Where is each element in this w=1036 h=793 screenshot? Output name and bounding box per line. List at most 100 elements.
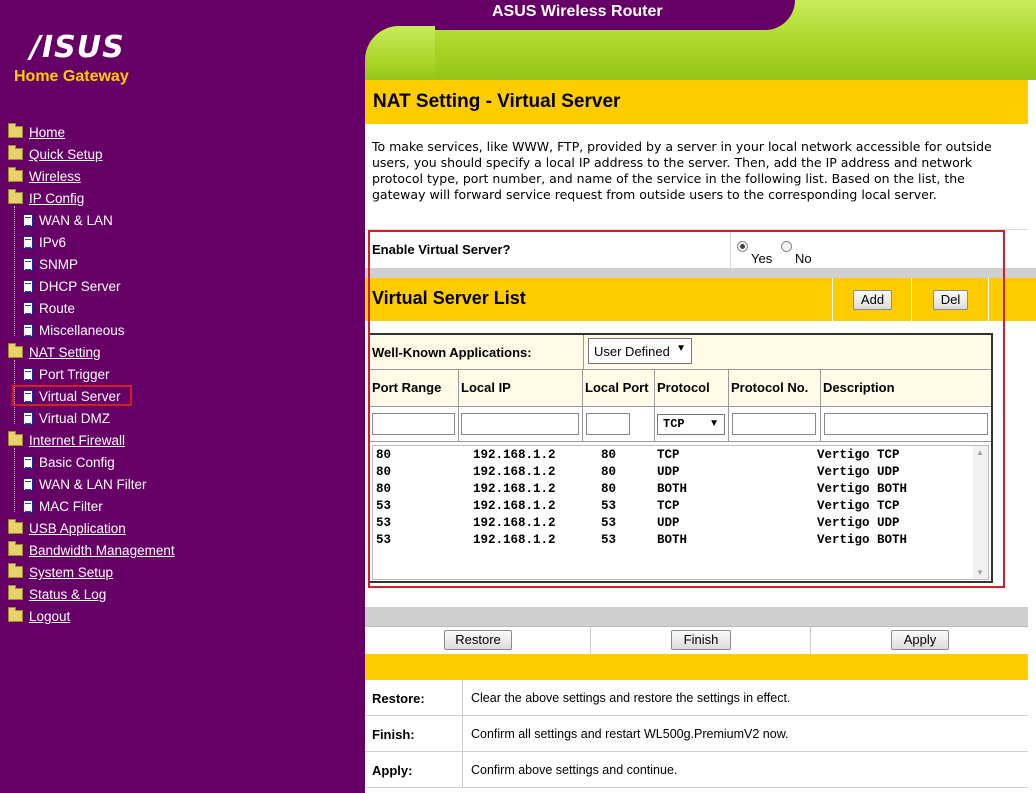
sidebar-item-label: Quick Setup bbox=[29, 147, 103, 162]
folder-icon bbox=[8, 519, 23, 535]
document-icon bbox=[23, 323, 33, 337]
help-header-bar bbox=[365, 654, 1028, 680]
folder-icon bbox=[8, 607, 23, 623]
sidebar-item-label: Status & Log bbox=[29, 587, 107, 602]
sidebar-item-label: Miscellaneous bbox=[39, 323, 125, 338]
tree-line-firewall bbox=[14, 448, 16, 512]
sidebar-item-ip-config[interactable]: IP Config bbox=[8, 188, 84, 210]
sidebar-item-miscellaneous[interactable]: Miscellaneous bbox=[23, 320, 125, 342]
folder-icon bbox=[8, 563, 23, 579]
page-title: NAT Setting - Virtual Server bbox=[373, 91, 621, 112]
sidebar-item-label: Home bbox=[29, 125, 66, 140]
restore-button[interactable]: Restore bbox=[444, 630, 512, 650]
folder-icon bbox=[8, 189, 23, 205]
cell-divider bbox=[462, 752, 463, 788]
sidebar-item-quick-setup[interactable]: Quick Setup bbox=[8, 144, 103, 166]
sidebar-item-label: Logout bbox=[29, 609, 71, 624]
page-title-bar: NAT Setting - Virtual Server bbox=[365, 80, 1028, 124]
help-key: Finish: bbox=[372, 727, 415, 742]
sidebar-item-wan-lan[interactable]: WAN & LAN bbox=[23, 210, 113, 232]
sidebar-item-label: WAN & LAN Filter bbox=[39, 477, 147, 492]
folder-icon bbox=[8, 541, 23, 557]
sidebar-item-port-trigger[interactable]: Port Trigger bbox=[23, 364, 110, 386]
document-icon bbox=[23, 477, 33, 491]
sidebar-item-mac-filter[interactable]: MAC Filter bbox=[23, 496, 103, 518]
sidebar-item-label: Route bbox=[39, 301, 76, 316]
annotation-highlight-box bbox=[368, 230, 1005, 588]
folder-icon bbox=[8, 123, 23, 139]
banner-title: ASUS Wireless Router bbox=[492, 3, 663, 20]
help-text: Confirm above settings and continue. bbox=[471, 763, 678, 777]
sidebar-item-logout[interactable]: Logout bbox=[8, 606, 70, 628]
sidebar-item-dhcp-server[interactable]: DHCP Server bbox=[23, 276, 121, 298]
sidebar-item-route[interactable]: Route bbox=[23, 298, 75, 320]
section-divider bbox=[365, 607, 1028, 627]
sidebar-item-label: NAT Setting bbox=[29, 345, 101, 360]
sidebar-item-nat-setting[interactable]: NAT Setting bbox=[8, 342, 101, 364]
intro-text: To make services, like WWW, FTP, provide… bbox=[372, 139, 992, 202]
help-key: Restore: bbox=[372, 691, 425, 706]
banner-curve-fill bbox=[365, 26, 435, 80]
sidebar-item-label: Basic Config bbox=[39, 455, 115, 470]
sidebar-item-label: Virtual DMZ bbox=[39, 411, 111, 426]
sidebar-item-label: System Setup bbox=[29, 565, 114, 580]
sidebar-item-label: Bandwidth Management bbox=[29, 543, 175, 558]
sidebar-item-label: Internet Firewall bbox=[29, 433, 126, 448]
help-text: Confirm all settings and restart WL500g.… bbox=[471, 727, 789, 741]
document-icon bbox=[23, 499, 33, 513]
folder-icon bbox=[8, 431, 23, 447]
action-buttons-row: Restore Finish Apply bbox=[365, 626, 1028, 654]
sidebar-item-label: DHCP Server bbox=[39, 279, 121, 294]
sidebar-item-usb-application[interactable]: USB Application bbox=[8, 518, 126, 540]
folder-icon bbox=[8, 167, 23, 183]
help-key: Apply: bbox=[372, 763, 413, 778]
apply-cell: Apply bbox=[810, 627, 1028, 654]
document-icon bbox=[23, 367, 33, 381]
sidebar-item-system-setup[interactable]: System Setup bbox=[8, 562, 113, 584]
sidebar-item-label: IP Config bbox=[29, 191, 85, 206]
restore-cell: Restore bbox=[365, 627, 590, 654]
sidebar: /ISUS Home Gateway Home Quick Setup Wirele… bbox=[0, 0, 365, 793]
sidebar-item-label: USB Application bbox=[29, 521, 126, 536]
sidebar-item-ipv6[interactable]: IPv6 bbox=[23, 232, 66, 254]
help-text: Clear the above settings and restore the… bbox=[471, 691, 791, 705]
sidebar-item-label: WAN & LAN bbox=[39, 213, 113, 228]
finish-button[interactable]: Finish bbox=[671, 630, 731, 650]
document-icon bbox=[23, 301, 33, 315]
logo-block: /ISUS Home Gateway bbox=[14, 30, 154, 86]
sidebar-item-snmp[interactable]: SNMP bbox=[23, 254, 78, 276]
sidebar-item-status-log[interactable]: Status & Log bbox=[8, 584, 106, 606]
sidebar-item-basic-config[interactable]: Basic Config bbox=[23, 452, 115, 474]
sidebar-item-label: MAC Filter bbox=[39, 499, 103, 514]
folder-icon bbox=[8, 145, 23, 161]
selected-item-highlight bbox=[12, 385, 132, 406]
document-icon bbox=[23, 213, 33, 227]
document-icon bbox=[23, 235, 33, 249]
logo-subtitle: Home Gateway bbox=[14, 68, 129, 85]
sidebar-item-internet-firewall[interactable]: Internet Firewall bbox=[8, 430, 125, 452]
document-icon bbox=[23, 411, 33, 425]
finish-cell: Finish bbox=[590, 627, 810, 654]
sidebar-item-label: Port Trigger bbox=[39, 367, 110, 382]
tree-line-ip-config bbox=[14, 206, 16, 336]
asus-logo: /ISUS bbox=[30, 30, 125, 65]
folder-icon bbox=[8, 585, 23, 601]
document-icon bbox=[23, 257, 33, 271]
sidebar-item-home[interactable]: Home bbox=[8, 122, 65, 144]
sidebar-item-label: Wireless bbox=[29, 169, 81, 184]
document-icon bbox=[23, 279, 33, 293]
sidebar-item-virtual-dmz[interactable]: Virtual DMZ bbox=[23, 408, 110, 430]
sidebar-item-label: IPv6 bbox=[39, 235, 67, 250]
sidebar-item-wireless[interactable]: Wireless bbox=[8, 166, 81, 188]
sidebar-item-label: SNMP bbox=[39, 257, 79, 272]
cell-divider bbox=[462, 716, 463, 752]
folder-icon bbox=[8, 343, 23, 359]
help-row-finish: Finish: Confirm all settings and restart… bbox=[365, 716, 1028, 752]
sidebar-item-bandwidth-management[interactable]: Bandwidth Management bbox=[8, 540, 175, 562]
apply-button[interactable]: Apply bbox=[891, 630, 949, 650]
cell-divider bbox=[462, 680, 463, 716]
sidebar-item-wan-lan-filter[interactable]: WAN & LAN Filter bbox=[23, 474, 147, 496]
help-row-apply: Apply: Confirm above settings and contin… bbox=[365, 752, 1028, 788]
help-row-restore: Restore: Clear the above settings and re… bbox=[365, 680, 1028, 716]
document-icon bbox=[23, 455, 33, 469]
